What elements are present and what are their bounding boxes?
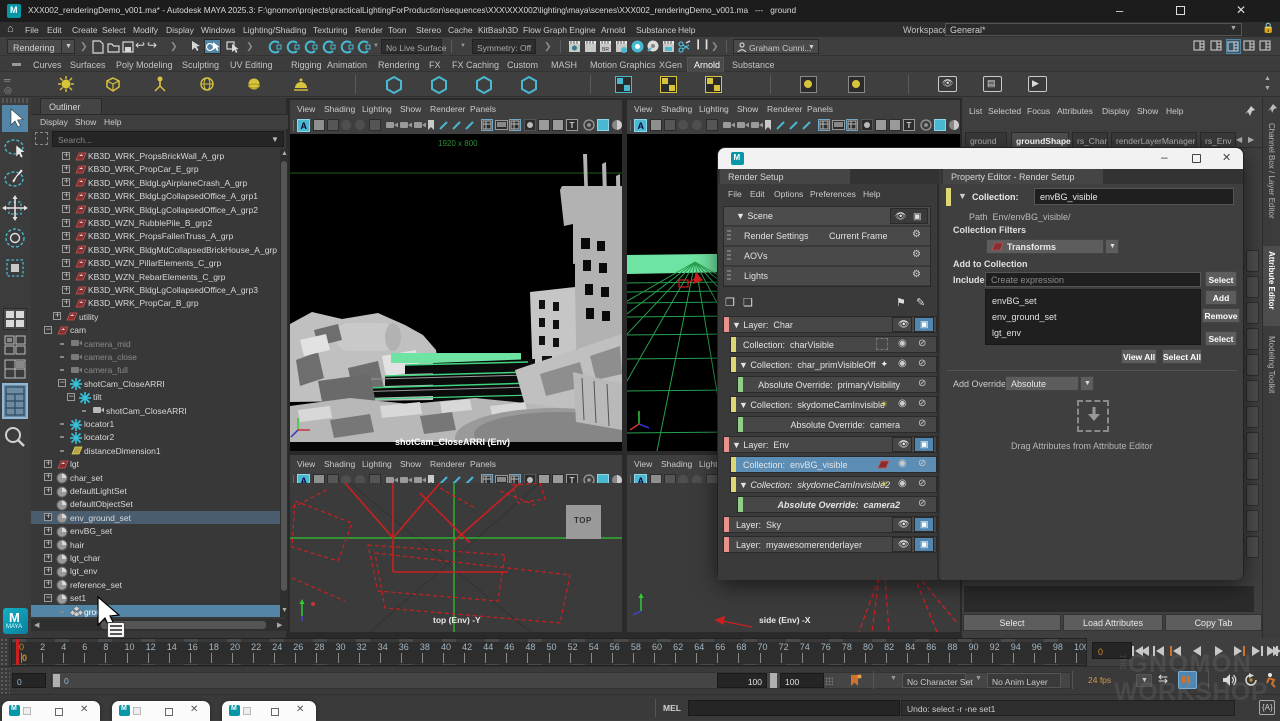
svg-text:1920 x 800: 1920 x 800 xyxy=(438,139,478,148)
svg-text:BR: BR xyxy=(602,47,609,53)
